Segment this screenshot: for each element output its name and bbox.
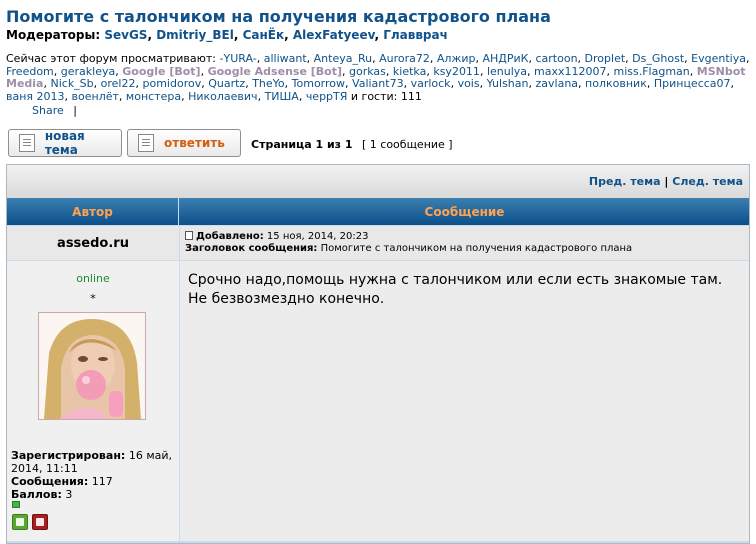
moderator-link[interactable]: СанЁк [243, 28, 285, 42]
post-added-label: Добавлено: [196, 231, 264, 242]
next-topic-link[interactable]: След. тема [672, 175, 743, 188]
viewers-list: Сейчас этот форум просматривают: -YURA-,… [6, 52, 750, 103]
online-status: online [76, 272, 110, 285]
viewer-link[interactable]: Google Adsense [Bot] [208, 65, 342, 78]
viewer-link[interactable]: Николаевич [188, 90, 257, 103]
posts-label: Сообщения: [11, 475, 89, 488]
viewers-label: Сейчас этот форум просматривают: [6, 52, 217, 65]
viewer-link[interactable]: varlock [411, 77, 451, 90]
viewer-link[interactable]: Aurora72 [379, 52, 430, 65]
viewer-link[interactable]: alliwant [264, 52, 307, 65]
registered-label: Зарегистрирован: [11, 449, 126, 462]
reply-button[interactable]: ответить [127, 129, 241, 157]
viewer-link[interactable]: Anteya_Ru [314, 52, 372, 65]
moderator-link[interactable]: Главврач [383, 28, 448, 42]
viewer-link[interactable]: Yulshan [487, 77, 529, 90]
viewer-link[interactable]: pomidorov [143, 77, 202, 90]
viewer-link[interactable]: Freedom [6, 65, 54, 78]
viewer-link[interactable]: gorkas [349, 65, 386, 78]
viewer-link[interactable]: монстера [126, 90, 181, 103]
moderator-link[interactable]: AlexFatyeev [293, 28, 375, 42]
moderators-label: Модераторы: [6, 28, 101, 42]
viewer-link[interactable]: Evgentiya [691, 52, 746, 65]
viewer-link[interactable]: ТИША [265, 90, 299, 103]
viewer-link[interactable]: полковник [585, 77, 647, 90]
viewer-link[interactable]: АНДРиК [483, 52, 529, 65]
post-date: 15 ноя, 2014, 20:23 [266, 231, 369, 242]
posts-count: 117 [91, 475, 113, 488]
reply-icon [138, 134, 154, 152]
user-rank: * [90, 292, 96, 305]
topic-title-link[interactable]: Помогите с талончиком на получения кадас… [6, 7, 551, 26]
viewer-link[interactable]: gerakleya [61, 65, 115, 78]
message-count: [ 1 сообщение ] [362, 138, 453, 151]
guests-count: 111 [400, 89, 422, 103]
points-label: Баллов: [11, 488, 62, 501]
post-subject-label: Заголовок сообщения: [185, 243, 318, 254]
viewer-link[interactable]: miss.Flagman [613, 65, 689, 78]
viewer-link[interactable]: Nick_Sb [50, 77, 93, 90]
viewer-link[interactable]: cartoon [535, 52, 577, 65]
topic-nav-links: Пред. тема | След. тема [589, 175, 743, 188]
avatar [38, 312, 146, 420]
post-body: Срочно надо,помощь нужна с талончиком ил… [180, 261, 749, 541]
viewer-link[interactable]: черрТЯ [306, 90, 348, 103]
viewer-link[interactable]: Tomorrow [292, 77, 345, 90]
column-header-author: Автор [7, 198, 179, 225]
viewer-link[interactable]: vois [458, 77, 480, 90]
viewer-link[interactable]: TheYo [252, 77, 284, 90]
moderator-link[interactable]: Dmitriy_BEl [156, 28, 234, 42]
viewer-link[interactable]: kietka [393, 65, 426, 78]
new-topic-label: новая тема [44, 129, 85, 157]
share-separator: | [73, 104, 77, 117]
moderators-line: Модераторы: SevGS, Dmitriy_BEl, СанЁк, A… [6, 28, 448, 42]
viewer-link[interactable]: -YURA- [220, 52, 257, 65]
viewer-link[interactable]: Google [Bot] [122, 65, 200, 78]
prev-topic-link[interactable]: Пред. тема [589, 175, 661, 188]
thumbs-down-icon[interactable] [32, 514, 48, 530]
viewer-link[interactable]: maxx112007 [534, 65, 606, 78]
post-icon[interactable] [185, 231, 193, 240]
new-topic-icon [19, 134, 35, 152]
post-author[interactable]: assedo.ru [7, 226, 179, 260]
moderator-link[interactable]: SevGS [104, 28, 147, 42]
author-profile: online * Зарегистрирован: 16 май, 2014, … [7, 261, 179, 541]
topic-title[interactable]: Помогите с талончиком на получения кадас… [6, 7, 551, 26]
table-header: Автор Сообщение [7, 198, 749, 225]
viewer-link[interactable]: Алжир [437, 52, 476, 65]
viewer-link[interactable]: ваня 2013 [6, 90, 65, 103]
topic-nav-bar: Пред. тема | След. тема [7, 165, 749, 198]
thumbs-up-icon[interactable] [12, 514, 28, 530]
new-topic-button[interactable]: новая тема [8, 129, 122, 157]
points-count: 3 [65, 488, 73, 501]
viewer-link[interactable]: Ds_Ghost [632, 52, 684, 65]
reply-label: ответить [164, 136, 225, 150]
viewer-link[interactable]: zavlana [536, 77, 579, 90]
post-author-name[interactable]: assedo.ru [57, 236, 129, 251]
viewer-link[interactable]: военлёт [72, 90, 119, 103]
viewer-link[interactable]: Quartz [208, 77, 245, 90]
viewer-link[interactable]: Droplet [585, 52, 626, 65]
page-indicator: Страница 1 из 1 [251, 138, 353, 151]
viewer-link[interactable]: ksy2011 [433, 65, 480, 78]
viewer-link[interactable]: lenulya [487, 65, 527, 78]
viewer-link[interactable]: Принцесса07 [654, 77, 731, 90]
post-text: Срочно надо,помощь нужна с талончиком ил… [188, 272, 723, 307]
column-header-message: Сообщение [424, 204, 505, 219]
post-subject: Помогите с талончиком на получения кадас… [320, 243, 633, 254]
avatar-image [39, 313, 145, 419]
topic-frame: Пред. тема | След. тема Автор Сообщение … [6, 164, 750, 544]
post-meta: Добавлено: 15 ноя, 2014, 20:23 Заголовок… [180, 226, 749, 260]
reputation-bar [12, 501, 20, 508]
share-link[interactable]: Share [32, 104, 64, 117]
share-bar: Share | [32, 104, 77, 117]
nav-separator: | [664, 175, 669, 188]
viewer-link[interactable]: Valiant73 [352, 77, 404, 90]
viewer-link[interactable]: orel22 [101, 77, 136, 90]
profile-stats: Зарегистрирован: 16 май, 2014, 11:11 Соо… [11, 449, 177, 501]
guests-label: и гости: [350, 89, 398, 103]
